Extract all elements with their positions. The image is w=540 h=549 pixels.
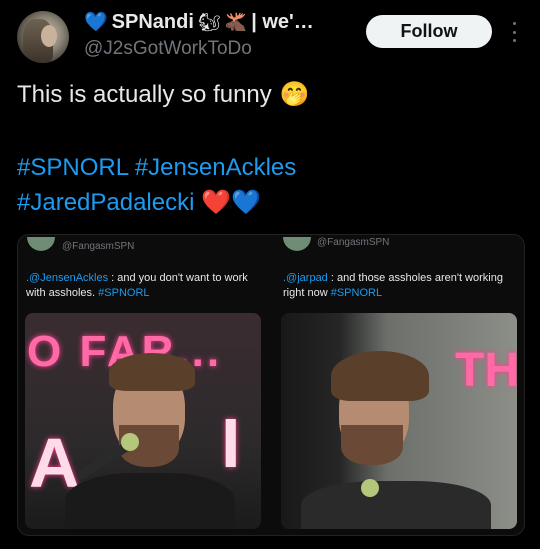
- author-name-suffix: | we'…: [251, 10, 314, 33]
- hashtag-spnorl[interactable]: #SPNORL: [17, 154, 128, 181]
- tweet-hashtags: #SPNORL #JensenAckles #JaredPadalecki ❤️…: [17, 150, 296, 220]
- media-left[interactable]: @FangasmSPN .@JensenAckles : and you don…: [18, 235, 271, 535]
- hashtag-jaredpadalecki[interactable]: #JaredPadalecki: [17, 189, 194, 216]
- author-handle[interactable]: @J2sGotWorkToDo: [84, 38, 252, 60]
- embedded-mention: .@JensenAckles: [26, 272, 109, 284]
- embedded-mention: .@jarpad: [283, 272, 328, 284]
- author-name-row[interactable]: 💙 SPNandi 🐿 🫎 | we'…: [84, 10, 314, 34]
- person-beard: [341, 425, 403, 465]
- follow-button[interactable]: Follow: [366, 15, 492, 48]
- author-name[interactable]: SPNandi: [112, 11, 194, 34]
- microphone-head: [361, 479, 379, 497]
- blue-heart-icon: 💙: [84, 12, 108, 33]
- embedded-photo-jensen: O FAR... A I: [25, 313, 261, 529]
- face-hand-over-mouth-icon: 🤭: [279, 81, 310, 108]
- hashtag-jensenackles[interactable]: #JensenAckles: [135, 154, 296, 181]
- blue-heart-icon: 💙: [231, 189, 261, 216]
- embedded-text: .@JensenAckles : and you don't want to w…: [26, 271, 256, 301]
- avatar-face: [41, 25, 57, 47]
- embedded-handle: @FangasmSPN: [317, 237, 390, 248]
- author-avatar[interactable]: [17, 11, 69, 63]
- tweet-media[interactable]: @FangasmSPN .@JensenAckles : and you don…: [17, 234, 525, 536]
- embedded-text: .@jarpad : and those assholes aren't wor…: [283, 271, 513, 301]
- tweet-text-body: This is actually so funny: [17, 80, 272, 108]
- embedded-hashtag: #SPNORL: [330, 287, 383, 299]
- tweet-text: This is actually so funny 🤭: [17, 80, 310, 109]
- hashtag-line-1: #SPNORL #JensenAckles: [17, 150, 296, 185]
- hashtag-line-2: #JaredPadalecki ❤️💙: [17, 185, 296, 220]
- embedded-avatar: [27, 237, 55, 251]
- squirrel-icon: 🐿: [197, 11, 221, 32]
- neon-sign-bar: I: [221, 404, 241, 482]
- media-right[interactable]: @FangasmSPN .@jarpad : and those asshole…: [271, 235, 524, 535]
- embedded-photo-jared: TH: [281, 313, 517, 529]
- shirt: [65, 473, 235, 529]
- red-heart-icon: ❤️: [201, 189, 232, 216]
- person-hair: [331, 351, 429, 401]
- embedded-avatar: [283, 237, 311, 251]
- tweet-header: 💙 SPNandi 🐿 🫎 | we'… @J2sGotWorkToDo Fol…: [0, 0, 540, 72]
- embedded-handle: @FangasmSPN: [62, 241, 135, 252]
- moose-icon: 🫎: [224, 11, 248, 32]
- neon-sign-text: TH: [455, 344, 517, 397]
- person-hair: [109, 353, 195, 391]
- microphone-head: [121, 433, 139, 451]
- hearts: ❤️💙: [201, 189, 261, 216]
- more-options-icon[interactable]: [506, 20, 522, 44]
- embedded-hashtag: #SPNORL: [98, 287, 150, 299]
